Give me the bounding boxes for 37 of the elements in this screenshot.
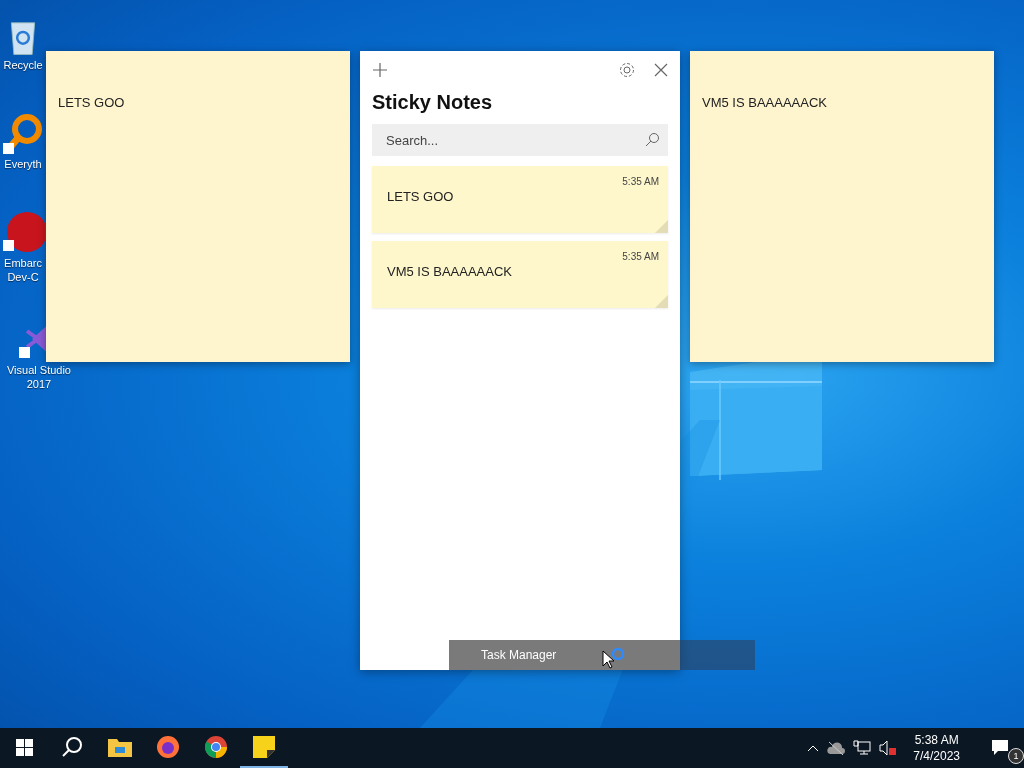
settings-icon[interactable] (618, 61, 636, 79)
tooltip-text: Task Manager (481, 648, 557, 662)
app-title: Sticky Notes (372, 91, 494, 114)
note-card[interactable]: 5:35 AM VM5 IS BAAAAAACK (372, 241, 668, 308)
search-icon (61, 736, 83, 758)
note-text: LETS GOO (387, 189, 455, 204)
note-text: LETS GOO (58, 95, 125, 110)
desktop-icon-label[interactable]: Everyth (4, 157, 42, 171)
folded-corner-icon (655, 295, 668, 308)
note-time: 5:35 AM (622, 251, 659, 262)
network-icon[interactable] (853, 740, 872, 756)
close-icon[interactable] (654, 63, 668, 77)
folder-icon (108, 737, 132, 757)
notification-count: 1 (1008, 748, 1024, 764)
add-icon[interactable] (372, 62, 388, 78)
message-icon (991, 738, 1009, 756)
clock[interactable]: 5:38 AM 7/4/2023 (905, 732, 968, 764)
firefox-icon (156, 735, 180, 759)
cloud-icon[interactable] (827, 741, 846, 755)
sticky-note-icon (253, 736, 275, 758)
search-field[interactable]: Search... (372, 124, 668, 156)
desktop-icon-label[interactable]: Embarc Dev-C (4, 256, 42, 284)
note-text: VM5 IS BAAAAAACK (387, 264, 513, 279)
desktop-icon-label[interactable]: Recycle (3, 58, 43, 72)
speaker-muted-icon[interactable] (879, 740, 898, 756)
folded-corner-icon (655, 220, 668, 233)
notification-button[interactable]: 1 (976, 728, 1024, 768)
windows-icon (15, 738, 33, 756)
note-card[interactable]: 5:35 AM LETS GOO (372, 166, 668, 233)
chrome-icon (204, 735, 228, 759)
note-time: 5:35 AM (622, 176, 659, 187)
note-text: VM5 IS BAAAAAACK (702, 95, 827, 110)
chevron-up-icon[interactable] (807, 744, 820, 752)
desktop-icon-label[interactable]: Visual Studio 2017 (7, 363, 71, 391)
search-icon (644, 132, 660, 148)
magnifier-icon (1, 113, 45, 155)
search-input[interactable]: Search... (384, 131, 644, 149)
